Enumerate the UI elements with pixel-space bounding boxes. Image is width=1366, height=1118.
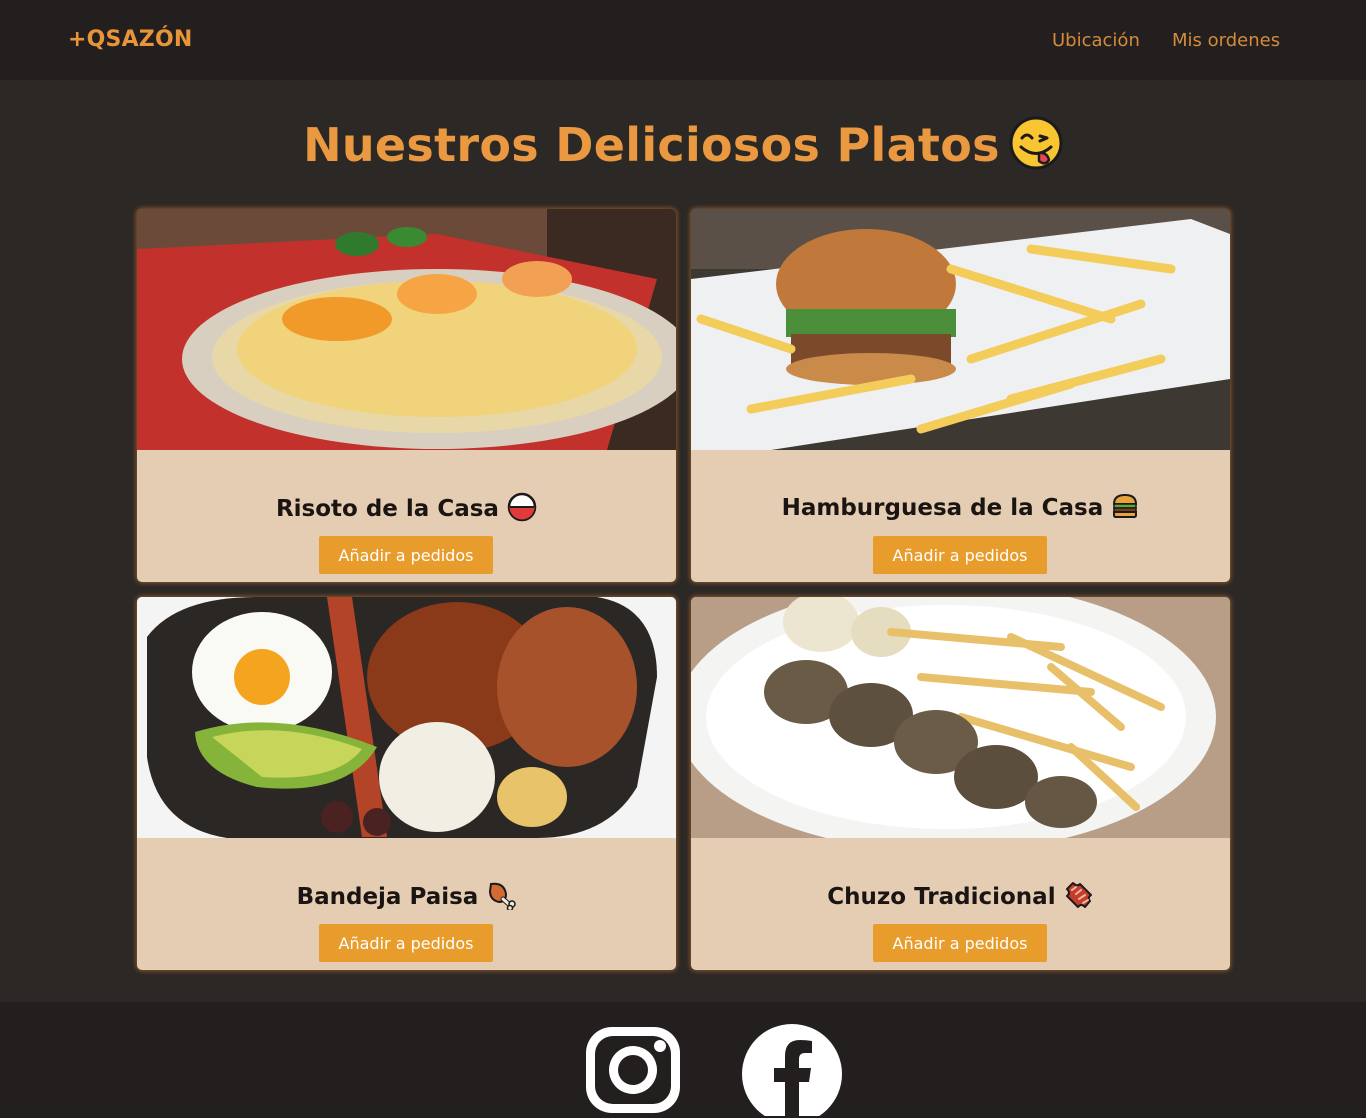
footer [0,1002,1366,1118]
dish-title: Hamburguesa de la Casa [781,495,1104,521]
dish-card-chuzo: Chuzo Tradicional Añadir a pedidos [691,597,1230,970]
page-title-row: Nuestros Deliciosos Platos [0,116,1366,178]
dish-title: Bandeja Paisa [296,884,479,910]
dish-title-row: Hamburguesa de la Casa [691,492,1230,526]
page-title: Nuestros Deliciosos Platos [303,118,1000,172]
skewer-fries-image [691,597,1230,838]
add-to-orders-button[interactable]: Añadir a pedidos [319,924,493,962]
bandeja-paisa-image [137,597,676,838]
instagram-icon[interactable] [583,1024,683,1116]
dish-title: Risoto de la Casa [275,496,499,522]
burger-icon [1111,492,1139,524]
nav-link-ubicacion[interactable]: Ubicación [1052,30,1140,51]
risotto-shrimp-image [137,209,676,450]
dish-title: Chuzo Tradicional [827,884,1056,910]
dish-card-risoto: Risoto de la Casa Añadir a pedidos [137,209,676,582]
meat-on-bone-icon [486,880,517,914]
add-to-orders-button[interactable]: Añadir a pedidos [319,536,493,574]
burger-fries-image [691,209,1230,450]
dish-card-hamburguesa: Hamburguesa de la Casa Añadir a pedidos [691,209,1230,582]
brand-logo[interactable]: +QSAZÓN [68,27,192,52]
dish-title-row: Chuzo Tradicional [691,880,1230,914]
dish-card-bandeja-paisa: Bandeja Paisa Añadir a pedidos [137,597,676,970]
navbar: +QSAZÓN Ubicación Mis ordenes [0,0,1366,80]
dish-title-row: Bandeja Paisa [137,880,676,914]
add-to-orders-button[interactable]: Añadir a pedidos [873,536,1047,574]
yum-face-icon [1009,116,1063,174]
rice-bowl-icon [507,492,537,526]
nav-link-mis-ordenes[interactable]: Mis ordenes [1172,30,1280,51]
add-to-orders-button[interactable]: Añadir a pedidos [873,924,1047,962]
facebook-icon[interactable] [742,1024,842,1118]
dish-title-row: Risoto de la Casa [137,492,676,526]
bacon-icon [1064,880,1094,914]
